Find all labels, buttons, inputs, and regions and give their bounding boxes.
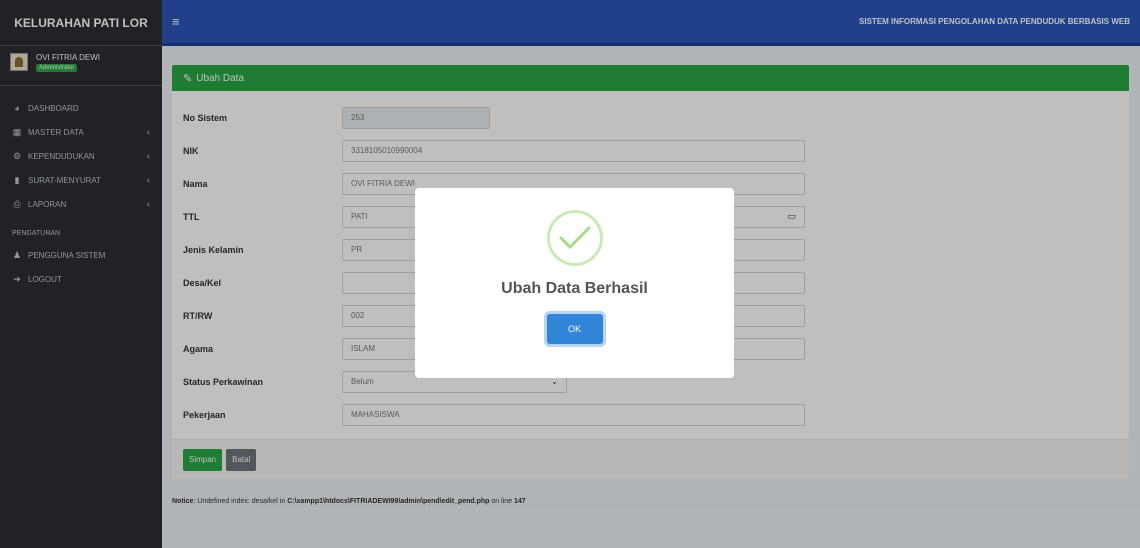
modal-overlay[interactable]: Ubah Data Berhasil OK <box>0 0 1140 548</box>
modal-title: Ubah Data Berhasil <box>501 280 648 297</box>
ok-button[interactable]: OK <box>546 314 603 344</box>
success-check-icon <box>546 210 603 266</box>
success-modal: Ubah Data Berhasil OK <box>415 188 734 378</box>
